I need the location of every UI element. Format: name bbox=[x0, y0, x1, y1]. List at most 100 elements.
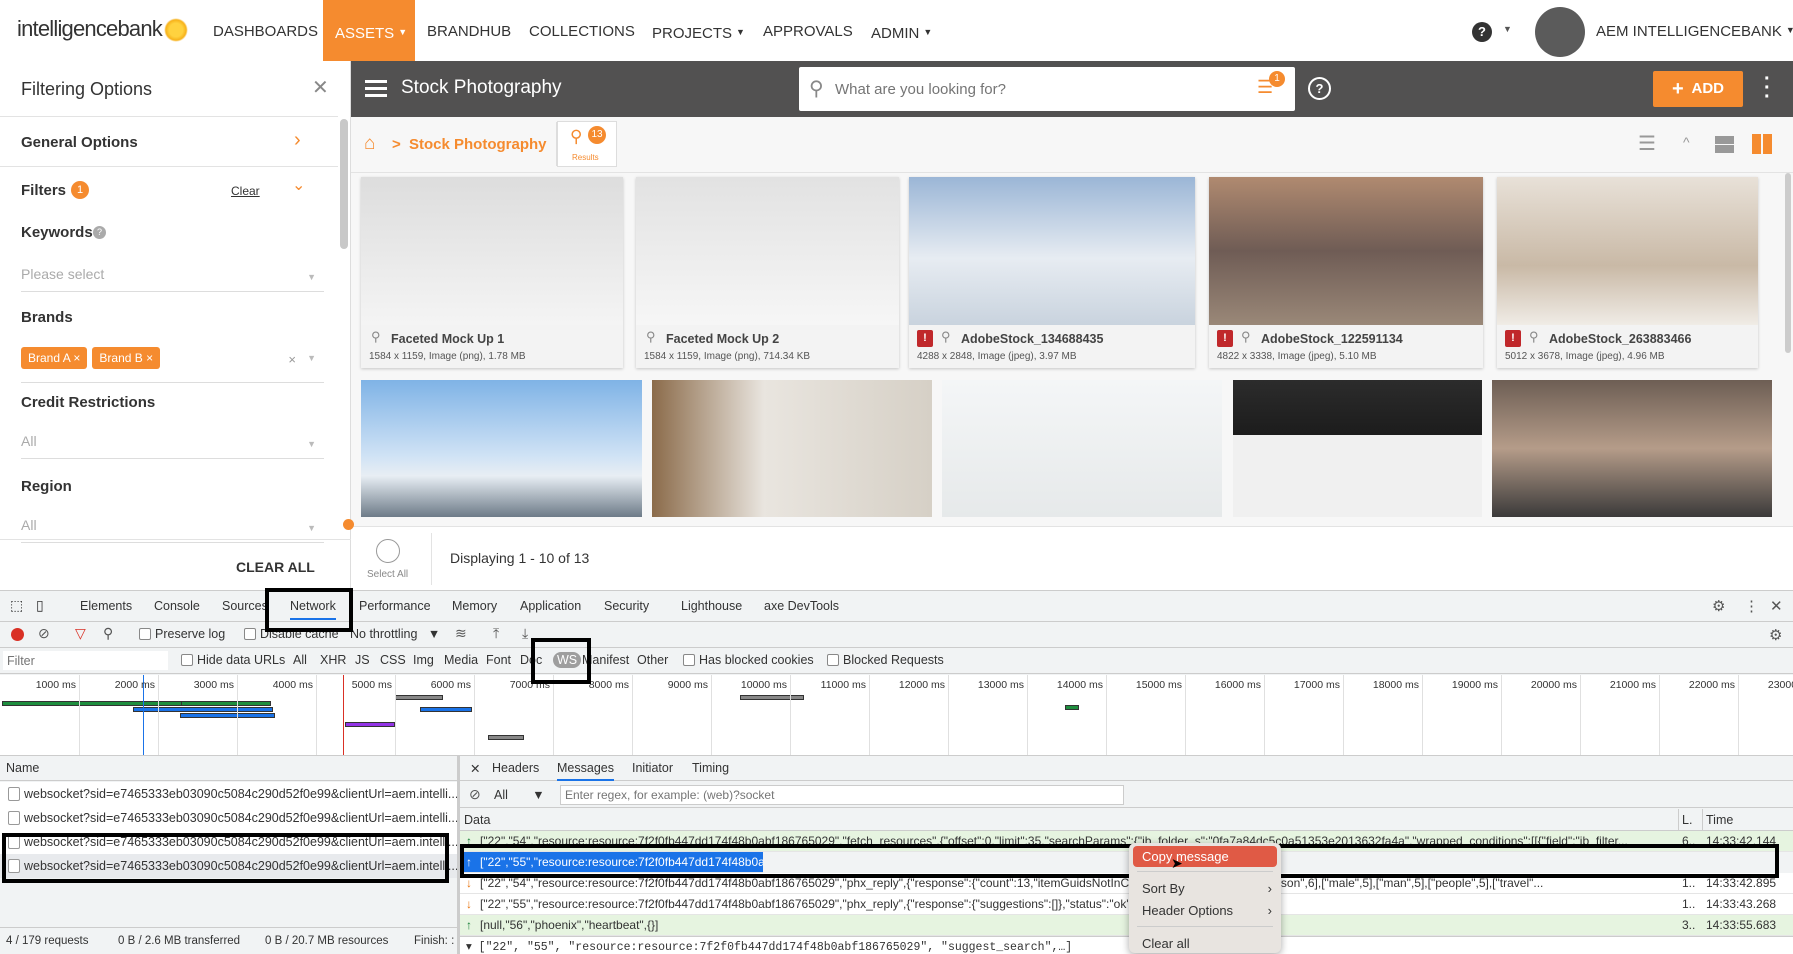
asset-thumbnail[interactable] bbox=[909, 177, 1195, 325]
import-har-icon[interactable]: ⤒ bbox=[493, 625, 499, 642]
filter-funnel-icon[interactable]: ▽ bbox=[75, 625, 86, 642]
message-row[interactable]: ↓ ["22","54","resource:resource:7f2f0fb44… bbox=[460, 873, 1793, 894]
clear-log-icon[interactable]: ⊘ bbox=[38, 625, 50, 642]
request-row[interactable]: websocket?sid=e7465333eb03090c5084c290d5… bbox=[0, 806, 457, 830]
data-column-header[interactable]: Data bbox=[464, 813, 490, 827]
disable-cache-toggle[interactable]: Disable cache bbox=[244, 627, 339, 641]
devtools-tab-security[interactable]: Security bbox=[604, 599, 649, 613]
request-row[interactable]: websocket?sid=e7465333eb03090c5084c290d5… bbox=[0, 782, 457, 806]
search-help-icon[interactable]: ? bbox=[1308, 77, 1331, 100]
devtools-tab-elements[interactable]: Elements bbox=[80, 599, 132, 613]
type-filter-media[interactable]: Media bbox=[444, 653, 478, 667]
asset-card[interactable]: ⚲ Faceted Mock Up 1 1584 x 1159, Image (pn… bbox=[361, 177, 623, 368]
asset-card[interactable]: ! ⚲ AdobeStock_122591134 4822 x 3338, Image… bbox=[1209, 177, 1483, 368]
export-har-icon[interactable]: ⤓ bbox=[522, 625, 528, 642]
hide-data-urls-toggle[interactable]: Hide data URLs bbox=[181, 653, 285, 667]
time-column-header[interactable]: Time bbox=[1706, 813, 1733, 827]
devtools-tab-lighthouse[interactable]: Lighthouse bbox=[681, 599, 742, 613]
preserve-log-checkbox[interactable] bbox=[139, 628, 151, 640]
brand-tag[interactable]: Brand B × bbox=[92, 347, 161, 369]
asset-thumbnail[interactable] bbox=[1233, 380, 1482, 517]
asset-name[interactable]: AdobeStock_263883466 bbox=[1549, 332, 1691, 346]
nav-approvals[interactable]: APPROVALS bbox=[751, 0, 865, 61]
detail-tab-messages[interactable]: Messages bbox=[557, 761, 614, 781]
device-toolbar-icon[interactable]: ▯ bbox=[36, 597, 44, 614]
type-filter-font[interactable]: Font bbox=[486, 653, 511, 667]
menu-icon[interactable] bbox=[365, 80, 387, 97]
devtools-tab-performance[interactable]: Performance bbox=[359, 599, 431, 613]
type-filter-doc[interactable]: Doc bbox=[520, 653, 542, 667]
search-input[interactable] bbox=[835, 77, 1215, 101]
preview-search-icon[interactable]: ⚲ bbox=[646, 329, 656, 345]
help-icon[interactable]: ? bbox=[1472, 22, 1492, 42]
asset-card[interactable]: ⚲ Faceted Mock Up 2 1584 x 1159, Image (pn… bbox=[636, 177, 899, 368]
message-preview[interactable]: ▾ ["22", "55", "resource:resource:7f2f0f… bbox=[460, 936, 1793, 954]
network-filter-input[interactable] bbox=[3, 651, 168, 670]
nav-projects[interactable]: PROJECTS ▼ bbox=[640, 0, 757, 61]
type-filter-manifest[interactable]: Manifest bbox=[582, 653, 629, 667]
home-icon[interactable]: ⌂ bbox=[364, 133, 375, 155]
search-box[interactable]: ⚲ ☰ 1 bbox=[799, 67, 1295, 111]
asset-thumbnail[interactable] bbox=[1209, 177, 1483, 325]
grid-view-icon[interactable] bbox=[1752, 134, 1772, 154]
request-row[interactable]: websocket?sid=e7465333eb03090c5084c290d5… bbox=[0, 854, 457, 878]
user-menu[interactable]: AEM INTELLIGENCEBANK ▼ bbox=[1596, 23, 1793, 40]
preserve-log-toggle[interactable]: Preserve log bbox=[139, 627, 225, 641]
detail-tab-timing[interactable]: Timing bbox=[692, 761, 729, 775]
sort-by-item[interactable]: Sort By › bbox=[1142, 881, 1272, 896]
help-icon[interactable]: ? bbox=[93, 226, 106, 239]
type-filter-ws[interactable]: WS bbox=[553, 652, 582, 668]
select-all-checkbox[interactable] bbox=[376, 539, 400, 563]
disable-cache-checkbox[interactable] bbox=[244, 628, 256, 640]
search-icon[interactable]: ⚲ bbox=[103, 625, 113, 642]
asset-name[interactable]: AdobeStock_134688435 bbox=[961, 332, 1103, 346]
network-conditions-icon[interactable]: ≋ bbox=[455, 625, 467, 642]
asset-thumbnail[interactable] bbox=[942, 380, 1222, 517]
asset-name[interactable]: Faceted Mock Up 2 bbox=[666, 332, 779, 346]
type-filter-js[interactable]: JS bbox=[355, 653, 370, 667]
blocked-requests-toggle[interactable]: Blocked Requests bbox=[827, 653, 944, 667]
asset-thumbnail[interactable] bbox=[1492, 380, 1772, 517]
close-devtools-icon[interactable]: ✕ bbox=[1770, 597, 1783, 615]
has-blocked-cookies-checkbox[interactable] bbox=[683, 654, 695, 666]
clear-messages-icon[interactable]: ⊘ bbox=[469, 786, 481, 803]
avatar[interactable] bbox=[1535, 7, 1585, 57]
nav-brandhub[interactable]: BRANDHUB bbox=[415, 0, 523, 61]
caret-down-icon[interactable]: ▼ bbox=[1503, 24, 1512, 34]
asset-thumbnail[interactable] bbox=[652, 380, 932, 517]
throttling-select[interactable]: No throttling ▼ bbox=[350, 627, 440, 641]
clear-filters-link[interactable]: Clear bbox=[231, 184, 260, 198]
remove-tag-icon[interactable]: × bbox=[73, 351, 80, 365]
request-row[interactable]: websocket?sid=e7465333eb03090c5084c290d5… bbox=[0, 830, 457, 854]
credit-restrictions-select[interactable]: All ▼ bbox=[21, 433, 324, 459]
asset-name[interactable]: Faceted Mock Up 1 bbox=[391, 332, 504, 346]
intelligencebank-logo[interactable]: intelligencebank bbox=[17, 16, 188, 43]
close-detail-icon[interactable]: ✕ bbox=[470, 761, 480, 776]
scrollbar[interactable] bbox=[340, 119, 348, 249]
asset-card[interactable]: ! ⚲ AdobeStock_134688435 4288 x 2848, Image… bbox=[909, 177, 1195, 368]
sort-edit-icon[interactable]: ☰ bbox=[1638, 131, 1656, 156]
devtools-tab-application[interactable]: Application bbox=[520, 599, 581, 613]
devtools-tab-sources[interactable]: Sources bbox=[222, 599, 268, 613]
devtools-tab-network[interactable]: Network bbox=[290, 599, 336, 620]
message-regex-input[interactable] bbox=[560, 785, 1124, 805]
nav-dashboards[interactable]: DASHBOARDS bbox=[201, 0, 330, 61]
results-button[interactable]: ⚲ 13 Results bbox=[557, 121, 617, 167]
preview-search-icon[interactable]: ⚲ bbox=[1241, 329, 1251, 345]
devtools-tab-axe-devtools[interactable]: axe DevTools bbox=[764, 599, 839, 613]
add-button[interactable]: + ADD bbox=[1653, 71, 1743, 107]
asset-thumbnail[interactable] bbox=[361, 177, 623, 325]
type-filter-css[interactable]: CSS bbox=[380, 653, 406, 667]
asset-card[interactable]: ! ⚲ AdobeStock_263883466 5012 x 3678, Image… bbox=[1497, 177, 1758, 368]
scrollbar[interactable] bbox=[1785, 173, 1791, 353]
brand-tag[interactable]: Brand A × bbox=[21, 347, 88, 369]
message-row[interactable]: ↑ [null,"56","phoenix","heartbeat",{}] 3..… bbox=[460, 915, 1793, 936]
asset-name[interactable]: AdobeStock_122591134 bbox=[1261, 332, 1403, 346]
header-options-item[interactable]: Header Options › bbox=[1142, 903, 1272, 918]
preview-search-icon[interactable]: ⚲ bbox=[371, 329, 381, 345]
type-filter-all[interactable]: All bbox=[293, 653, 307, 667]
keywords-select[interactable]: Please select ▼ bbox=[21, 266, 324, 292]
asset-thumbnail[interactable] bbox=[361, 380, 642, 517]
has-blocked-cookies-toggle[interactable]: Has blocked cookies bbox=[683, 653, 814, 667]
nav-admin[interactable]: ADMIN ▼ bbox=[859, 0, 944, 61]
